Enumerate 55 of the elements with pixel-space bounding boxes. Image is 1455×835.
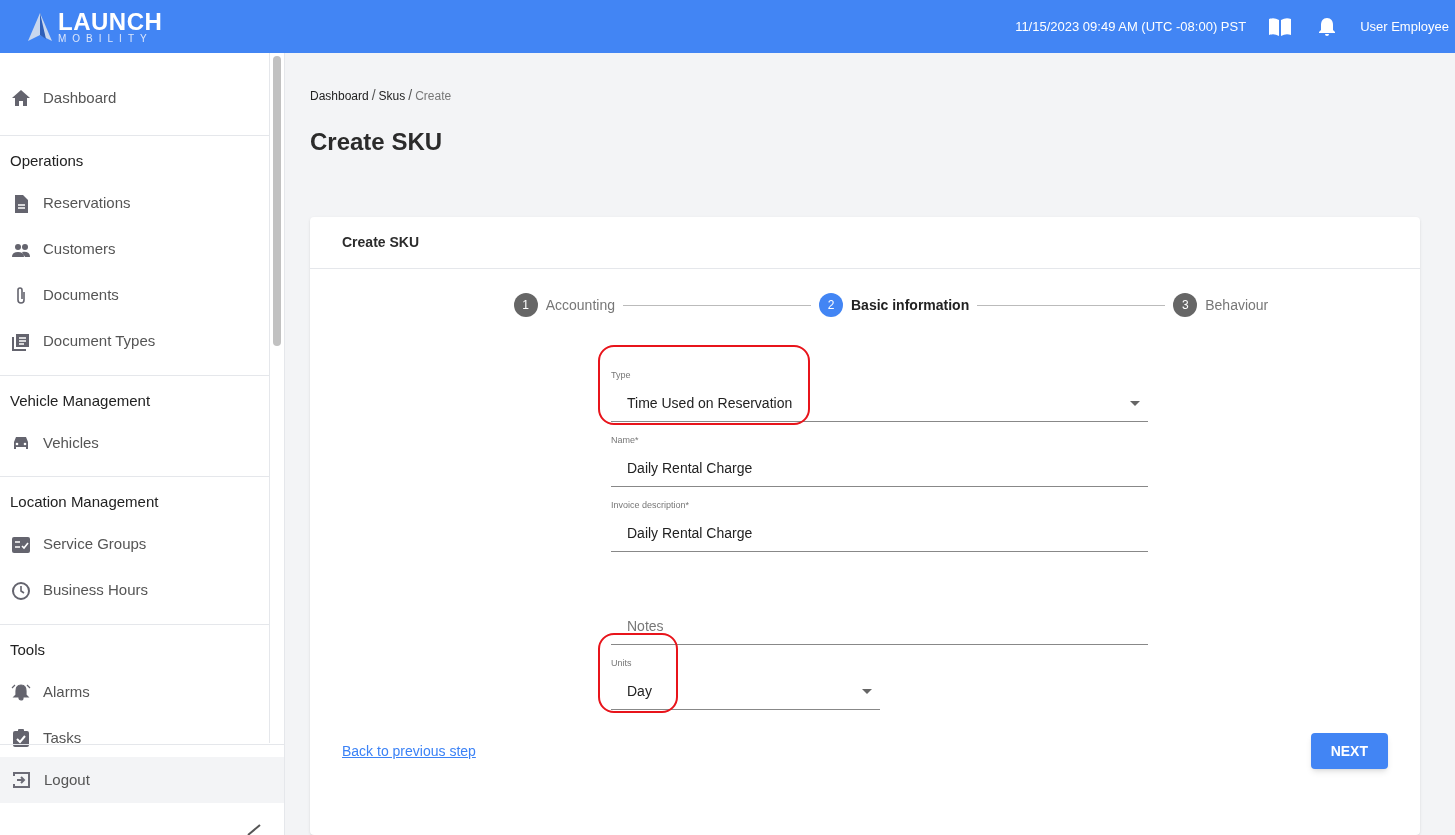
step-number[interactable]: 1 [513,293,538,317]
back-link[interactable]: Back to previous step [342,740,476,762]
step-label[interactable]: Basic information [851,294,970,316]
logout-item[interactable]: Logout [0,757,284,803]
sidebar-item[interactable]: Document Types [0,318,269,365]
step-number[interactable]: 3 [1173,293,1198,317]
sidebar-item[interactable]: Documents [0,272,269,319]
breadcrumb-current: Create [415,87,452,105]
sidebar-item[interactable]: Business Hours [0,567,269,614]
bell-icon[interactable] [1318,16,1337,37]
breadcrumb-link[interactable]: Skus [378,86,406,105]
dropdown-field[interactable]: Day [611,672,880,710]
field-label: Name* [611,434,640,447]
step-label[interactable]: Behaviour [1205,294,1269,316]
section-heading: Tools [9,639,47,660]
dropdown-field[interactable]: Time Used on Reservation [611,384,1148,422]
field-label: Invoice description* [611,499,691,512]
section-heading: Vehicle Management [9,390,152,411]
dropdown-caret-icon [1130,401,1140,406]
input-field[interactable]: Daily Rental Charge [611,514,1148,552]
logo-wordmark: LAUNCH [58,9,163,34]
card-title: Create SKU [342,233,420,252]
sidebar-item[interactable]: Customers [0,226,269,273]
pencil-icon[interactable] [246,823,262,835]
step-label[interactable]: Accounting [545,294,615,316]
sidebar-item[interactable]: Service Groups [0,521,269,568]
section-heading: Location Management [9,492,160,512]
page-title: Create SKU [310,127,444,157]
section-heading: Operations [9,151,85,171]
exit-icon [12,770,32,790]
list-icon [11,331,31,352]
book-icon[interactable] [1268,16,1293,37]
scrollbar[interactable] [269,53,284,743]
sidebar-item[interactable]: Alarms [0,669,269,715]
clock-icon [11,580,31,601]
sidebar-item[interactable]: Reservations [0,180,269,227]
input-field[interactable]: Daily Rental Charge [611,449,1148,487]
clipboard-check-icon [11,728,31,748]
step-number[interactable]: 2 [819,293,843,317]
breadcrumb-separator: / [408,86,413,105]
input-field[interactable]: Notes [611,607,1148,645]
dropdown-caret-icon [862,689,872,694]
sidebar-item[interactable]: Dashboard [0,75,269,121]
breadcrumb-link[interactable]: Dashboard [310,86,369,105]
sidebar-item[interactable]: Vehicles [0,420,269,466]
logo-subtitle: MOBILITY [58,33,154,44]
user-name[interactable]: User Employee [1360,16,1449,37]
field-label: Type [611,369,632,382]
checklist-icon [11,534,31,555]
alarm-icon [11,682,31,702]
home-icon [11,88,31,108]
next-button[interactable]: NEXT [1310,733,1388,769]
breadcrumb-separator: / [371,86,376,105]
field-label: Units [611,657,633,670]
date-time: 11/15/2023 09:49 AM (UTC -08:00) PST [1015,17,1247,36]
